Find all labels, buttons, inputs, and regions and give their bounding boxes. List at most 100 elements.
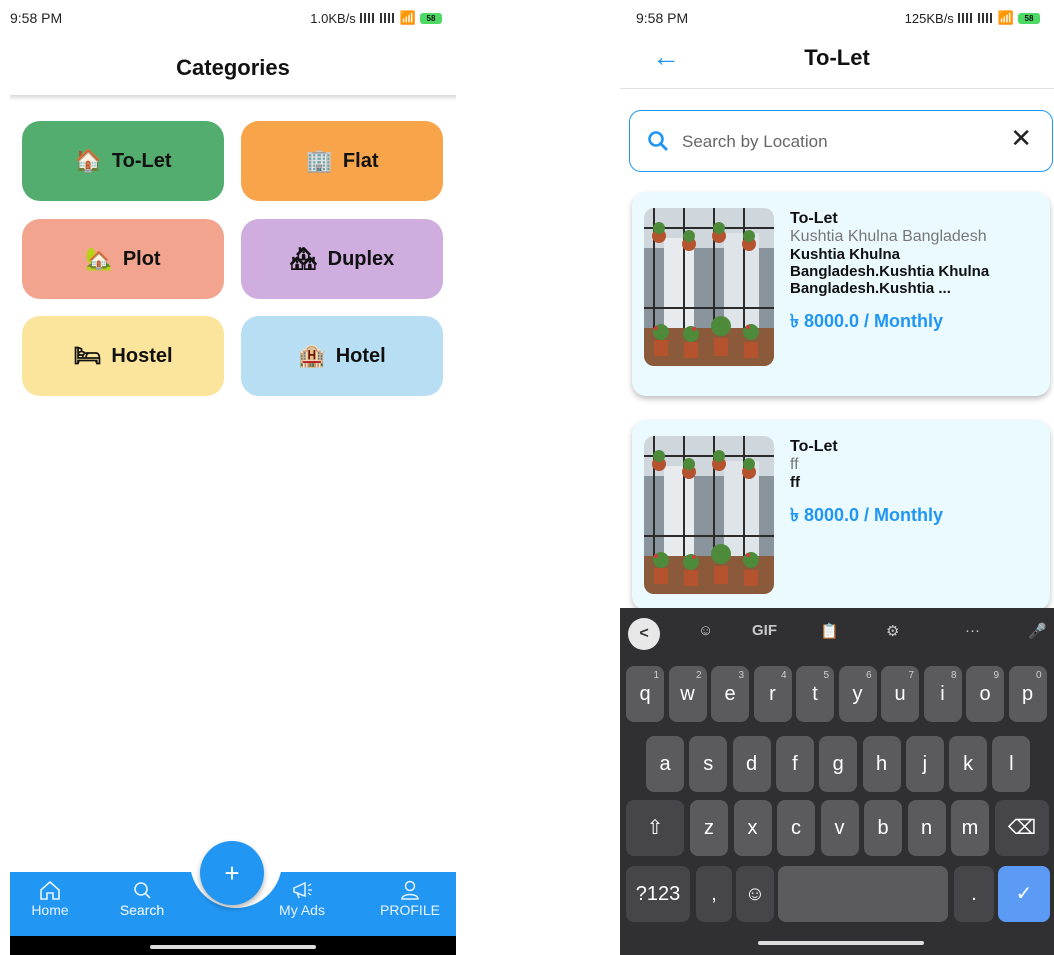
key-s[interactable]: s bbox=[689, 736, 728, 792]
comma-key[interactable]: , bbox=[696, 866, 732, 922]
system-nav-bar bbox=[10, 936, 456, 955]
symbols-key[interactable]: ?123 bbox=[626, 866, 690, 922]
key-h[interactable]: h bbox=[862, 736, 901, 792]
key-number-hint: 1 bbox=[653, 670, 659, 681]
shift-key[interactable]: ⇧ bbox=[626, 800, 684, 856]
key-z[interactable]: z bbox=[690, 800, 728, 856]
key-w[interactable]: w2 bbox=[668, 666, 707, 722]
key-d[interactable]: d bbox=[732, 736, 771, 792]
key-number-hint: 2 bbox=[695, 670, 702, 681]
listing-title: To-Let bbox=[790, 438, 838, 455]
header-divider bbox=[10, 95, 456, 101]
emoji-key[interactable]: ☺ bbox=[736, 866, 774, 922]
category-plot[interactable]: 🏡 Plot bbox=[22, 219, 224, 299]
listing-location: ff bbox=[790, 456, 799, 473]
nav-search[interactable]: Search bbox=[102, 872, 182, 918]
close-icon[interactable]: ✕ bbox=[1010, 123, 1032, 154]
listing-card[interactable]: To-Let Kushtia Khulna Bangladesh Kushtia… bbox=[632, 192, 1050, 396]
network-speed: 125KB/s bbox=[904, 10, 954, 26]
page-title: To-Let bbox=[804, 45, 870, 70]
building-icon: 🏢 bbox=[305, 148, 333, 173]
key-a[interactable]: a bbox=[646, 736, 684, 792]
add-post-button[interactable]: + bbox=[200, 841, 264, 905]
key-i[interactable]: i8 bbox=[923, 666, 962, 722]
search-icon bbox=[134, 882, 151, 899]
settings-icon[interactable]: ⚙ bbox=[886, 622, 899, 640]
backspace-key[interactable]: ⌫ bbox=[995, 800, 1049, 856]
key-c[interactable]: c bbox=[777, 800, 815, 856]
clipboard-icon[interactable]: 📋 bbox=[820, 622, 839, 640]
enter-key[interactable]: ✓ bbox=[998, 866, 1050, 922]
key-t[interactable]: t5 bbox=[796, 666, 834, 722]
listing-card[interactable]: To-Let ff ff ৳ 8000.0 / Monthly bbox=[632, 420, 1050, 610]
key-g[interactable]: g bbox=[819, 736, 858, 792]
home-indicator[interactable] bbox=[150, 945, 316, 949]
listing-description: Kushtia Khulna Bangladesh.Kushtia Khulna… bbox=[790, 246, 990, 297]
key-l[interactable]: l bbox=[992, 736, 1031, 792]
category-flat[interactable]: 🏢 Flat bbox=[241, 121, 443, 201]
space-key[interactable] bbox=[778, 866, 948, 922]
category-hostel[interactable]: 🛏 Hostel bbox=[22, 316, 224, 396]
nav-profile-label: PROFILE bbox=[380, 902, 440, 918]
keyboard-toolbar: < ☺ GIF 📋 ⚙ ··· 🎤 bbox=[620, 608, 1054, 658]
nav-search-label: Search bbox=[119, 902, 165, 918]
category-duplex[interactable]: 🏘 Duplex bbox=[241, 219, 443, 299]
nav-home-label: Home bbox=[31, 902, 69, 918]
key-x[interactable]: x bbox=[733, 800, 772, 856]
keyboard: < ☺ GIF 📋 ⚙ ··· 🎤 q1w2e3r4t5y6u7i8o9p0as… bbox=[620, 608, 1054, 955]
profile-icon bbox=[401, 880, 419, 900]
key-p[interactable]: p0 bbox=[1008, 666, 1047, 722]
gif-button[interactable]: GIF bbox=[752, 622, 777, 639]
mic-icon[interactable]: 🎤 bbox=[1028, 622, 1047, 640]
house-hand-icon: 🏠 bbox=[74, 148, 102, 173]
category-hotel[interactable]: 🏨 Hotel bbox=[241, 316, 443, 396]
key-v[interactable]: v bbox=[820, 800, 859, 856]
categories-screen: 9:58 PM 1.0KB/s 📶 58 Categories 🏠 To-Let 🏢… bbox=[10, 0, 456, 955]
nav-profile[interactable]: PROFILE bbox=[370, 872, 450, 918]
nav-home[interactable]: Home bbox=[10, 872, 90, 918]
key-o[interactable]: o9 bbox=[966, 666, 1004, 722]
key-letter: y bbox=[852, 683, 863, 705]
key-k[interactable]: k bbox=[949, 736, 988, 792]
hotel-icon: 🏨 bbox=[298, 343, 326, 368]
search-input[interactable] bbox=[682, 127, 1002, 157]
key-q[interactable]: q1 bbox=[626, 666, 664, 722]
key-letter: t bbox=[812, 683, 818, 705]
duplex-icon: 🏘 bbox=[289, 246, 318, 271]
key-letter: p bbox=[1021, 683, 1034, 705]
more-icon[interactable]: ··· bbox=[965, 622, 980, 639]
category-label: Flat bbox=[342, 149, 379, 172]
signal-icon-2 bbox=[379, 13, 396, 23]
search-icon bbox=[648, 131, 668, 151]
battery-icon: 58 bbox=[1018, 12, 1040, 24]
category-label: To-Let bbox=[111, 149, 172, 172]
nav-my-ads[interactable]: My Ads bbox=[262, 872, 342, 918]
key-r[interactable]: r4 bbox=[753, 666, 792, 722]
key-b[interactable]: b bbox=[864, 800, 902, 856]
key-j[interactable]: j bbox=[905, 736, 944, 792]
listing-photo bbox=[644, 436, 774, 594]
key-letter: q bbox=[639, 683, 651, 705]
status-indicators: 125KB/s 📶 58 bbox=[905, 10, 1040, 26]
category-label: Hotel bbox=[335, 344, 386, 367]
key-u[interactable]: u7 bbox=[881, 666, 919, 722]
period-key[interactable]: . bbox=[954, 866, 994, 922]
key-number-hint: 7 bbox=[908, 670, 914, 681]
key-f[interactable]: f bbox=[775, 736, 814, 792]
listing-description: ff bbox=[790, 474, 800, 491]
sticker-icon[interactable]: ☺ bbox=[698, 622, 713, 639]
home-indicator[interactable] bbox=[758, 941, 924, 945]
status-indicators: 1.0KB/s 📶 58 bbox=[310, 10, 442, 26]
key-number-hint: 8 bbox=[950, 670, 957, 681]
key-y[interactable]: y6 bbox=[838, 666, 877, 722]
status-bar: 9:58 PM 125KB/s 📶 58 bbox=[620, 0, 1054, 38]
status-time: 9:58 PM bbox=[636, 10, 689, 26]
key-e[interactable]: e3 bbox=[711, 666, 749, 722]
key-m[interactable]: m bbox=[951, 800, 989, 856]
key-n[interactable]: n bbox=[907, 800, 946, 856]
wifi-icon: 📶 bbox=[997, 10, 1014, 25]
category-label: Duplex bbox=[327, 247, 395, 270]
key-letter: u bbox=[894, 683, 906, 705]
category-to-let[interactable]: 🏠 To-Let bbox=[22, 121, 224, 201]
keyboard-collapse-icon[interactable]: < bbox=[628, 618, 660, 650]
